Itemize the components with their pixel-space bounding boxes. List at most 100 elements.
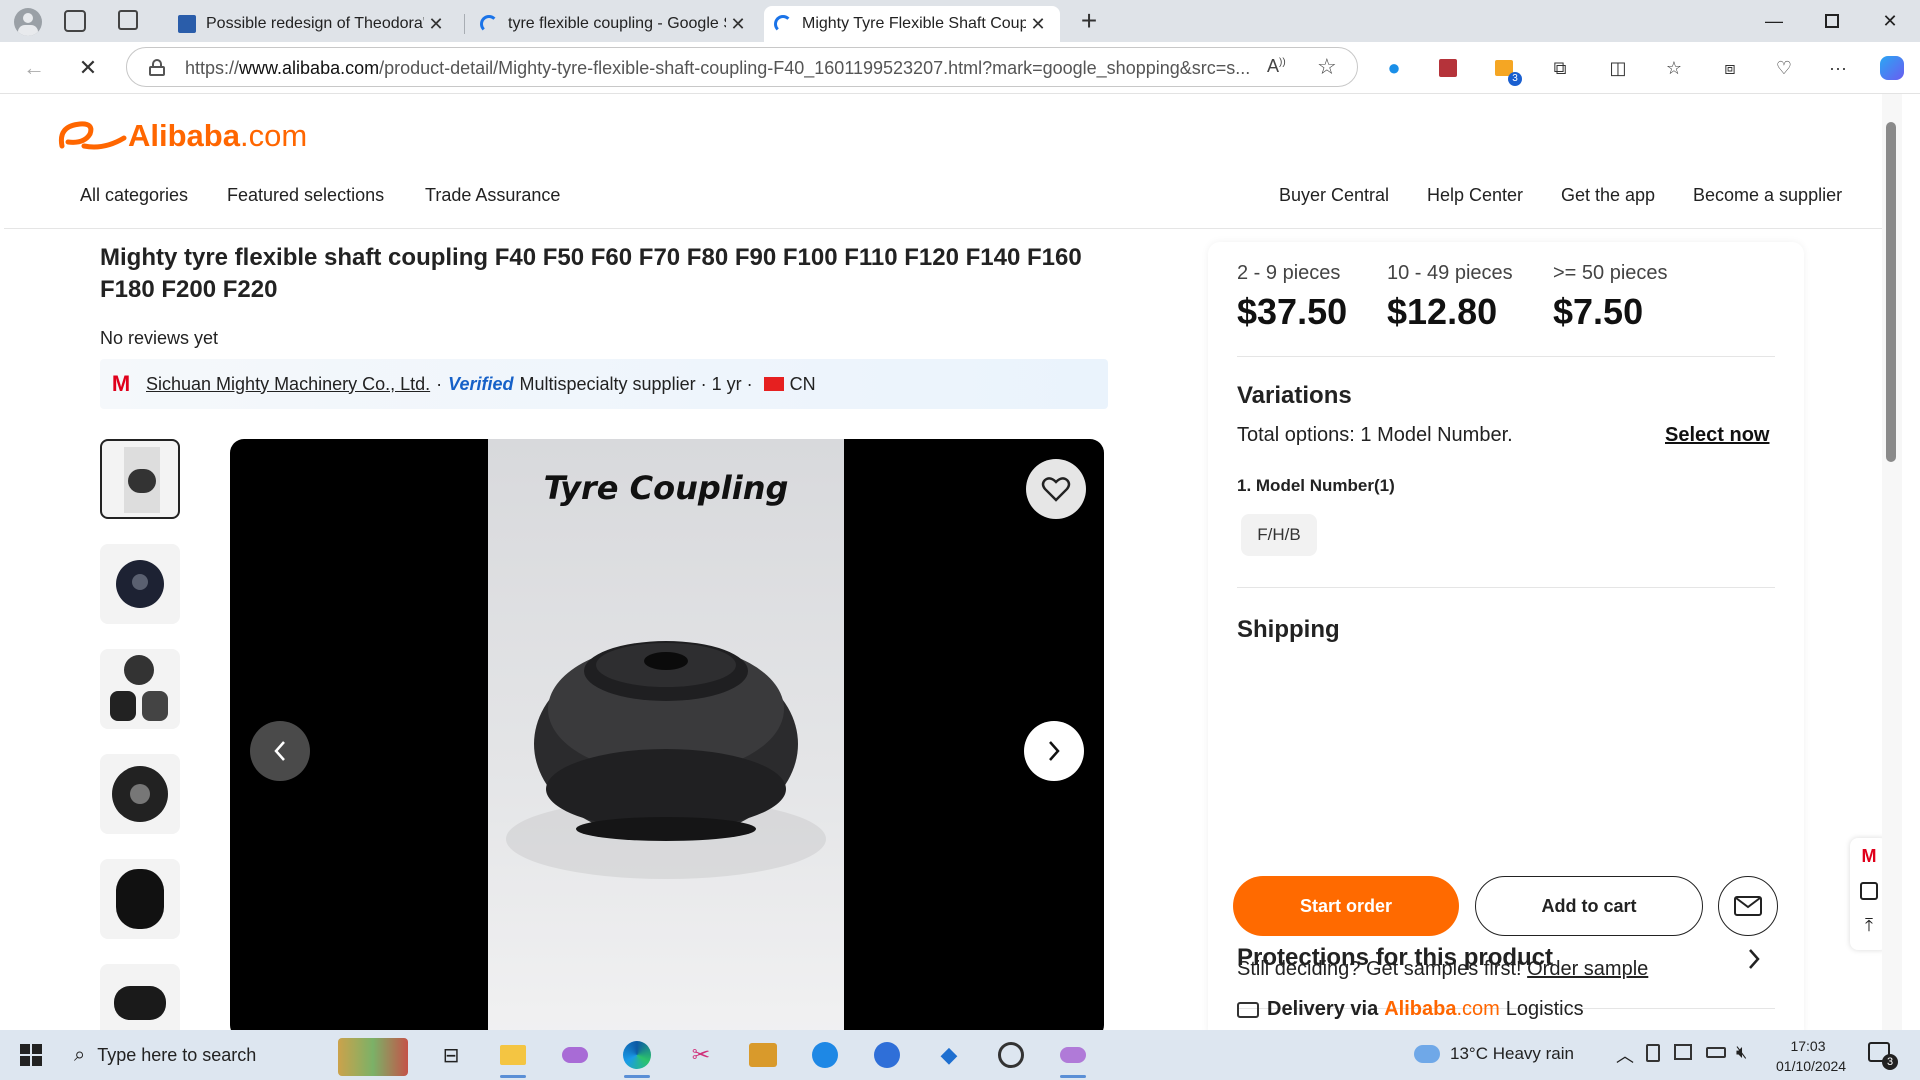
clock[interactable]: 17:03 01/10/2024	[1776, 1036, 1847, 1076]
address-bar[interactable]: https://www.alibaba.com/product-detail/M…	[126, 47, 1358, 87]
browser-essentials-icon[interactable]: ♡	[1770, 54, 1798, 82]
thumbnail-6[interactable]	[100, 964, 180, 1030]
onedrive-app-icon[interactable]	[558, 1038, 592, 1072]
close-window-button[interactable]: ✕	[1862, 0, 1918, 42]
notification-center-icon[interactable]: 3	[1868, 1042, 1898, 1070]
favorites-icon[interactable]: ☆	[1660, 54, 1688, 82]
restore-button[interactable]	[1804, 0, 1860, 42]
split-screen-icon[interactable]: ◫	[1604, 54, 1632, 82]
close-tab-icon[interactable]: ✕	[726, 14, 750, 35]
purchase-panel: 2 - 9 pieces $37.50 10 - 49 pieces $12.8…	[1208, 242, 1804, 1030]
profile-icon[interactable]	[14, 8, 42, 36]
close-tab-icon[interactable]: ✕	[1026, 14, 1050, 35]
feedback-icon[interactable]	[1860, 882, 1878, 900]
edge-browser-icon[interactable]	[620, 1038, 654, 1078]
more-menu-icon[interactable]: ···	[1824, 54, 1852, 82]
dev-tool-icon[interactable]: ◆	[932, 1038, 966, 1072]
weather-widget[interactable]: 13°C Heavy rain	[1414, 1044, 1574, 1064]
tray-device-icon[interactable]	[1646, 1044, 1660, 1062]
new-tab-button[interactable]: +	[1074, 6, 1104, 36]
tyre-coupling-illustration	[506, 641, 826, 879]
chevron-right-icon	[1049, 741, 1060, 761]
price-tier-1: 2 - 9 pieces $37.50	[1237, 262, 1348, 332]
clock-date: 01/10/2024	[1776, 1058, 1847, 1074]
copilot-icon[interactable]	[1878, 54, 1906, 82]
page-scrollbar[interactable]	[1882, 94, 1902, 1030]
extension-grid-icon[interactable]	[1434, 54, 1462, 82]
verified-badge[interactable]: Verified	[448, 374, 513, 395]
alibaba-logo[interactable]: Alibaba .com	[54, 116, 307, 156]
nav-trade-assurance[interactable]: Trade Assurance	[425, 185, 560, 206]
url-text[interactable]: https://www.alibaba.com/product-detail/M…	[185, 58, 1285, 79]
back-to-top-icon[interactable]: ⤒	[1859, 916, 1879, 936]
extension-ghost-icon[interactable]: ●	[1380, 54, 1408, 82]
thumbnail-1[interactable]	[100, 439, 180, 519]
web-page: Alibaba .com All categories Featured sele…	[4, 94, 1882, 1030]
thumbnail-3[interactable]	[100, 649, 180, 729]
tab-google-search[interactable]: tyre flexible coupling - Google Se ✕	[470, 6, 760, 42]
stop-loading-icon[interactable]: ✕	[74, 54, 102, 82]
minimize-button[interactable]: —	[1746, 0, 1802, 42]
china-flag-icon	[763, 377, 784, 391]
tray-display-icon[interactable]	[1674, 1044, 1692, 1060]
tab-theodora[interactable]: Possible redesign of Theodora's e ✕	[168, 6, 458, 42]
nav-help-center[interactable]: Help Center	[1427, 185, 1523, 206]
read-aloud-icon[interactable]: A))	[1267, 56, 1286, 77]
collections-icon[interactable]: ⧈	[1716, 54, 1744, 82]
rain-cloud-icon	[1414, 1045, 1440, 1063]
loading-spinner-icon	[774, 15, 792, 33]
workspaces-icon[interactable]	[64, 10, 86, 32]
tab-alibaba-active[interactable]: Mighty Tyre Flexible Shaft Coupli ✕	[764, 6, 1060, 42]
file-explorer-icon[interactable]	[496, 1038, 530, 1078]
extension-badge-icon[interactable]: 3	[1490, 54, 1522, 86]
nav-all-categories[interactable]: All categories	[80, 185, 188, 206]
windows-start-icon[interactable]	[14, 1038, 48, 1072]
vertical-tabs-icon[interactable]	[118, 10, 138, 30]
thumbnail-5[interactable]	[100, 859, 180, 939]
document-icon	[178, 15, 196, 33]
next-image-button[interactable]	[1024, 721, 1084, 781]
shield-app-icon[interactable]	[870, 1038, 904, 1072]
thumbnail-4[interactable]	[100, 754, 180, 834]
task-view-icon[interactable]: ⊟	[434, 1038, 468, 1072]
tray-chevron-up-icon[interactable]: ︿	[1616, 1042, 1634, 1068]
messaging-app-icon[interactable]	[808, 1038, 842, 1072]
extensions-puzzle-icon[interactable]: ⧉	[1546, 54, 1574, 82]
tray-battery-icon[interactable]	[1706, 1047, 1726, 1058]
nav-become-supplier[interactable]: Become a supplier	[1693, 185, 1842, 206]
start-order-button[interactable]: Start order	[1233, 876, 1459, 936]
search-placeholder: Type here to search	[97, 1044, 257, 1065]
reviews-status: No reviews yet	[100, 328, 219, 348]
previous-image-button[interactable]	[250, 721, 310, 781]
taskbar-search-box[interactable]: ⌕ Type here to search	[62, 1034, 422, 1076]
nav-buyer-central[interactable]: Buyer Central	[1279, 185, 1389, 206]
browser-tab-strip: Possible redesign of Theodora's e ✕ tyre…	[0, 0, 1920, 42]
lock-icon[interactable]	[149, 59, 165, 76]
photo-app-icon[interactable]	[746, 1038, 780, 1072]
vpn-lock-icon[interactable]	[994, 1038, 1028, 1072]
supplier-chat-icon[interactable]: M	[1858, 846, 1880, 866]
search-highlight-icon	[338, 1038, 408, 1076]
back-arrow-icon[interactable]: ←	[20, 54, 48, 82]
model-option-chip[interactable]: F/H/B	[1241, 514, 1317, 556]
favorite-heart-button[interactable]	[1026, 459, 1086, 519]
nav-get-the-app[interactable]: Get the app	[1561, 185, 1655, 206]
supplier-name-link[interactable]: Sichuan Mighty Machinery Co., Ltd.	[146, 374, 430, 395]
contact-supplier-button[interactable]	[1718, 876, 1778, 936]
select-now-link[interactable]: Select now	[1665, 424, 1769, 447]
product-gallery[interactable]: Tyre Coupling	[230, 439, 1104, 1030]
favorite-star-icon[interactable]: ☆	[1317, 54, 1337, 80]
onedrive-cloud-icon[interactable]	[1056, 1038, 1090, 1078]
supplier-type: Multispecialty supplier	[519, 373, 696, 394]
protections-chevron-icon[interactable]	[1746, 948, 1762, 970]
thumbnail-2[interactable]	[100, 544, 180, 624]
add-to-cart-button[interactable]: Add to cart	[1475, 876, 1703, 936]
price-tier-3: >= 50 pieces $7.50	[1553, 262, 1668, 332]
close-tab-icon[interactable]: ✕	[424, 14, 448, 35]
model-number-label: 1. Model Number(1)	[1237, 476, 1395, 495]
protections-heading[interactable]: Protections for this product	[1237, 944, 1553, 972]
tray-volume-muted-icon[interactable]: 🔇︎	[1736, 1042, 1747, 1063]
snipping-tool-icon[interactable]: ✂	[684, 1038, 718, 1072]
nav-featured-selections[interactable]: Featured selections	[227, 185, 384, 206]
chevron-left-icon	[274, 741, 285, 761]
